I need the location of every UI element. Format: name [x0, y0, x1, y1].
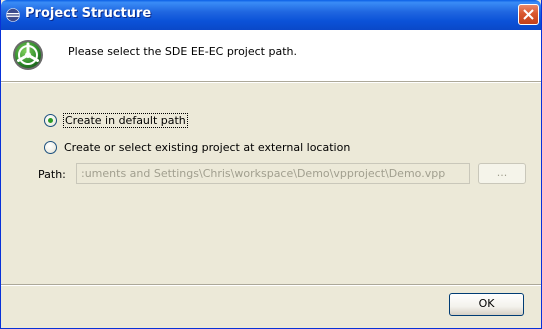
dialog-header: Please select the SDE EE-EC project path… — [1, 30, 541, 82]
eclipse-icon — [6, 8, 20, 22]
sde-logo-icon — [12, 39, 44, 71]
browse-button[interactable]: ... — [478, 163, 526, 184]
external-location-label[interactable]: Create or select existing project at ext… — [64, 141, 350, 154]
path-label: Path: — [38, 168, 66, 181]
default-path-radio[interactable] — [44, 113, 57, 127]
header-divider — [1, 82, 541, 83]
default-path-option[interactable]: Create in default path — [44, 112, 188, 128]
title-bar[interactable]: Project Structure — [1, 0, 541, 30]
external-location-radio[interactable] — [44, 140, 57, 154]
close-button[interactable] — [518, 4, 539, 25]
ok-button[interactable]: OK — [449, 293, 524, 316]
project-structure-dialog: Project Structure Please select the SDE … — [0, 0, 542, 329]
external-location-option[interactable]: Create or select existing project at ext… — [44, 139, 350, 155]
default-path-label[interactable]: Create in default path — [63, 112, 188, 128]
header-message: Please select the SDE EE-EC project path… — [68, 45, 297, 58]
footer-divider-highlight — [1, 285, 541, 286]
window-title: Project Structure — [25, 6, 152, 21]
path-input[interactable]: :uments and Settings\Chris\workspace\Dem… — [76, 163, 470, 184]
close-icon — [523, 9, 534, 20]
